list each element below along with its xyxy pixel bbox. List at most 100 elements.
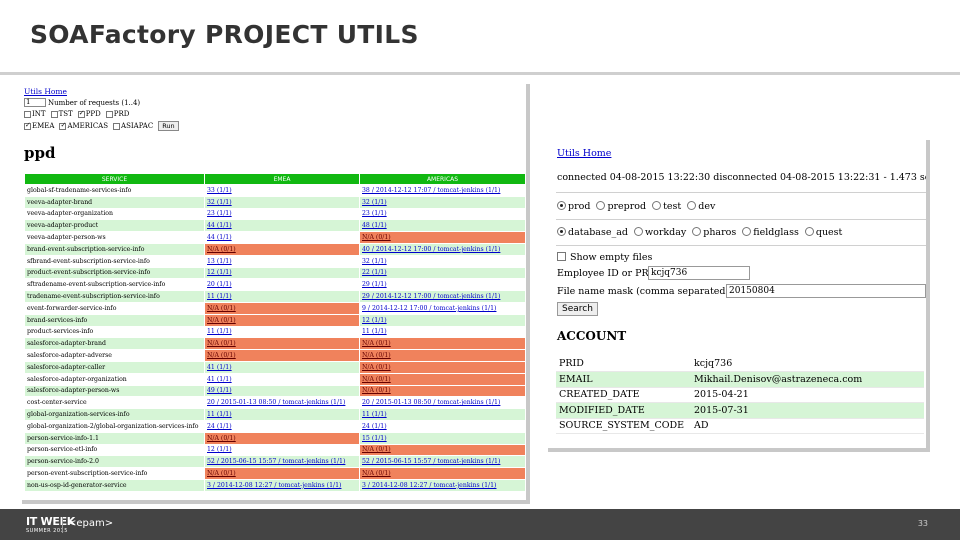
radio-button[interactable] (692, 227, 702, 236)
checkbox[interactable] (105, 110, 113, 118)
status-link[interactable]: 3 / 2014-12-08 12:27 / tomcat-jenkins (1… (362, 482, 496, 489)
checkbox[interactable] (24, 110, 31, 118)
checkbox[interactable] (59, 121, 67, 130)
checkbox-item[interactable]: ASIAPAC (113, 122, 153, 130)
status-link[interactable]: 12 (1/1) (207, 446, 232, 453)
status-link[interactable]: 11 (1/1) (362, 328, 387, 335)
radio-option[interactable]: workday (633, 227, 686, 238)
status-link[interactable]: 41 (1/1) (207, 376, 232, 383)
status-link[interactable]: 11 (1/1) (362, 411, 387, 418)
status-link[interactable]: 40 / 2014-12-12 17:00 / tomcat-jenkins (… (362, 246, 500, 253)
radio-button[interactable] (557, 201, 566, 210)
radio-button[interactable] (596, 201, 606, 210)
checkbox[interactable] (113, 122, 121, 130)
status-link[interactable]: 49 (1/1) (207, 387, 232, 394)
status-link[interactable]: 32 (1/1) (362, 199, 387, 206)
status-link[interactable]: N/A (0/1) (362, 340, 391, 347)
radio-option[interactable]: database_ad (557, 227, 628, 238)
status-link[interactable]: 24 (1/1) (207, 423, 232, 430)
status-link[interactable]: N/A (0/1) (207, 317, 236, 324)
radio-option[interactable]: quest (804, 227, 842, 238)
run-button[interactable]: Run (158, 121, 179, 131)
status-link[interactable]: 44 (1/1) (207, 222, 232, 229)
utils-home-link[interactable]: Utils Home (557, 148, 611, 159)
service-name-cell: salesforce-adapter-brand (24, 337, 205, 351)
radio-label: dev (698, 201, 716, 212)
radio-button[interactable] (557, 227, 566, 236)
checkbox-item[interactable]: PRD (105, 110, 129, 118)
status-link[interactable]: 9 / 2014-12-12 17:00 / tomcat-jenkins (1… (362, 305, 496, 312)
status-link[interactable]: 32 (1/1) (207, 199, 232, 206)
checkbox-item[interactable]: PPD (77, 109, 101, 118)
status-link[interactable]: N/A (0/1) (207, 340, 236, 347)
checkbox-item[interactable]: TST (50, 110, 73, 118)
status-link[interactable]: 52 / 2015-06-15 15:57 / tomcat-jenkins (… (362, 458, 500, 465)
status-link[interactable]: 48 (1/1) (362, 222, 387, 229)
status-link[interactable]: 20 (1/1) (207, 281, 232, 288)
emea-status-cell: 52 / 2015-06-15 15:57 / tomcat-jenkins (… (204, 455, 360, 469)
radio-button[interactable] (804, 227, 814, 236)
status-link[interactable]: 23 (1/1) (362, 210, 387, 217)
status-link[interactable]: 12 (1/1) (207, 269, 232, 276)
status-link[interactable]: N/A (0/1) (362, 352, 391, 359)
status-link[interactable]: 12 (1/1) (362, 317, 387, 324)
status-link[interactable]: N/A (0/1) (362, 470, 391, 477)
radio-button[interactable] (633, 227, 643, 236)
status-link[interactable]: 32 (1/1) (362, 258, 387, 265)
radio-option[interactable]: preprod (596, 201, 646, 212)
status-link[interactable]: N/A (0/1) (362, 376, 391, 383)
status-link[interactable]: N/A (0/1) (207, 305, 236, 312)
status-link[interactable]: 44 (1/1) (207, 234, 232, 241)
checkbox[interactable] (50, 110, 58, 118)
radio-option[interactable]: pharos (692, 227, 736, 238)
status-link[interactable]: N/A (0/1) (207, 246, 236, 253)
checkbox[interactable] (77, 109, 85, 118)
checkbox-item[interactable]: INT (24, 110, 46, 118)
status-link[interactable]: 11 (1/1) (207, 411, 232, 418)
search-button[interactable]: Search (557, 302, 598, 316)
radio-button[interactable] (742, 227, 752, 236)
radio-option[interactable]: prod (557, 201, 590, 212)
status-link[interactable]: 11 (1/1) (207, 328, 232, 335)
radio-button[interactable] (652, 201, 662, 210)
file-mask-input[interactable]: 20150804 (726, 284, 926, 298)
radio-option[interactable]: fieldglass (742, 227, 799, 238)
status-link[interactable]: N/A (0/1) (362, 446, 391, 453)
radio-option[interactable]: test (652, 201, 681, 212)
requests-count-input[interactable]: 1 (24, 98, 46, 107)
employee-id-input[interactable]: kcjq736 (648, 266, 750, 280)
status-link[interactable]: 24 (1/1) (362, 423, 387, 430)
status-link[interactable]: N/A (0/1) (207, 435, 236, 442)
status-link[interactable]: 29 / 2014-12-12 17:00 / tomcat-jenkins (… (362, 293, 500, 300)
status-link[interactable]: 20 / 2015-01-13 08:50 / tomcat-jenkins (… (362, 399, 500, 406)
status-link[interactable]: N/A (0/1) (207, 470, 236, 477)
checkbox-item[interactable]: EMEA (24, 121, 54, 130)
status-link[interactable]: N/A (0/1) (207, 352, 236, 359)
status-link[interactable]: 29 (1/1) (362, 281, 387, 288)
field-name-cell: CREATED_DATE (556, 387, 691, 403)
status-link[interactable]: 15 (1/1) (362, 435, 387, 442)
americas-status-cell: 29 (1/1) (359, 278, 526, 292)
status-link[interactable]: 22 (1/1) (362, 269, 387, 276)
utils-home-link[interactable]: Utils Home (24, 87, 67, 96)
show-empty-files-checkbox[interactable] (557, 252, 566, 261)
field-name-cell: MODIFIED_DATE (556, 402, 691, 419)
status-link[interactable]: 13 (1/1) (207, 258, 232, 265)
status-link[interactable]: 23 (1/1) (207, 210, 232, 217)
emea-status-cell: N/A (0/1) (204, 467, 360, 480)
status-link[interactable]: 41 (1/1) (207, 364, 232, 371)
status-link[interactable]: 11 (1/1) (207, 293, 232, 300)
status-link[interactable]: N/A (0/1) (362, 364, 391, 371)
checkbox[interactable] (24, 121, 31, 130)
status-link[interactable]: 20 / 2015-01-13 08:50 / tomcat-jenkins (… (207, 399, 345, 406)
status-link[interactable]: N/A (0/1) (362, 234, 391, 241)
radio-button[interactable] (687, 201, 697, 210)
status-link[interactable]: 33 (1/1) (207, 187, 232, 194)
checkbox-item[interactable]: AMERICAS (59, 121, 108, 130)
checkbox-label: ASIAPAC (121, 122, 154, 130)
status-link[interactable]: 52 / 2015-06-15 15:57 / tomcat-jenkins (… (207, 458, 345, 465)
status-link[interactable]: N/A (0/1) (362, 387, 391, 394)
radio-option[interactable]: dev (687, 201, 715, 212)
status-link[interactable]: 3 / 2014-12-08 12:27 / tomcat-jenkins (1… (207, 482, 341, 489)
status-link[interactable]: 38 / 2014-12-12 17:07 / tomcat-jenkins (… (362, 187, 500, 194)
